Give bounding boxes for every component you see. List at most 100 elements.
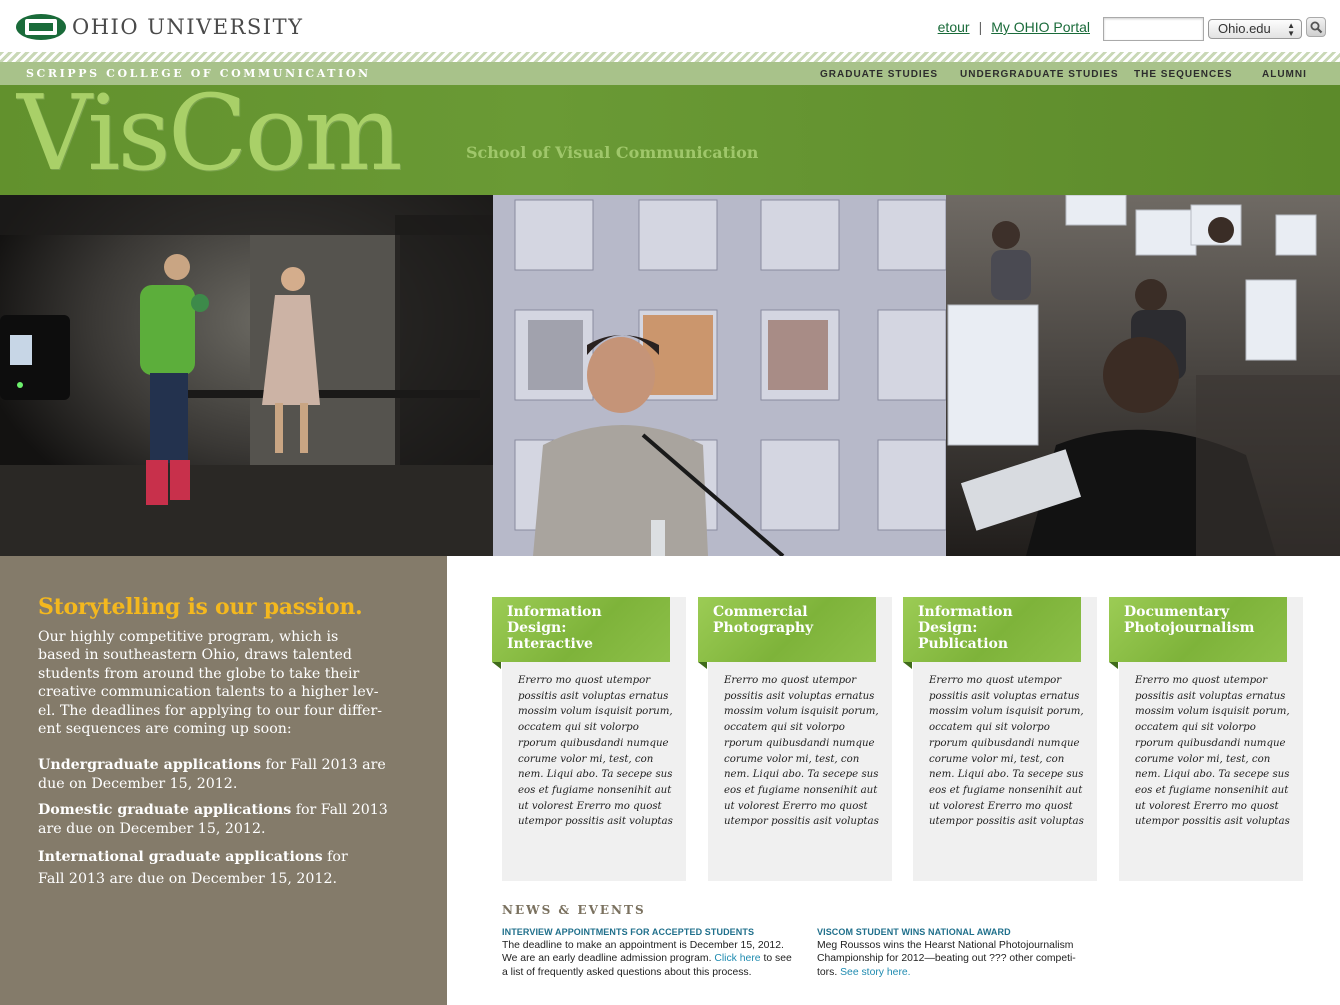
utility-links: etour | My OHIO Portal: [938, 19, 1090, 35]
domestic-graduate-deadline: Domestic graduate applications for Fall …: [38, 801, 418, 838]
card-title: Documentary Photojournalism: [1124, 604, 1284, 637]
news-line: Championship for 2012—beating out ??? ot…: [817, 953, 1076, 965]
card-text-line: occatem qui sit volorpo: [929, 722, 1050, 734]
deadline-text: are due on December 15, 2012.: [38, 820, 266, 837]
my-ohio-portal-link[interactable]: My OHIO Portal: [991, 19, 1090, 35]
card-title: Commercial Photography: [713, 604, 873, 637]
college-name[interactable]: SCRIPPS COLLEGE OF COMMUNICATION: [26, 67, 371, 80]
intro-line: based in southeastern Ohio, draws talent…: [38, 647, 352, 664]
deadline-text: due on December 15, 2012.: [38, 775, 238, 792]
card-title-line: Documentary: [1124, 604, 1230, 620]
card-text-line: occatem qui sit volorpo: [1135, 722, 1256, 734]
sequence-card-documentary-photojournalism[interactable]: Documentary Photojournalism Ererro mo qu…: [1109, 597, 1303, 881]
card-text-line: Ererro mo quost utempor: [724, 675, 857, 686]
main-nav: SCRIPPS COLLEGE OF COMMUNICATION GRADUAT…: [0, 62, 1340, 85]
card-title: Information Design: Interactive: [507, 604, 667, 652]
news-body: Meg Roussos wins the Hearst National Pho…: [817, 939, 1117, 979]
card-header[interactable]: Documentary Photojournalism: [1109, 597, 1287, 662]
studio-photo: [0, 195, 493, 556]
card-text-line: corume volor mi, test, con: [724, 753, 860, 765]
nav-undergraduate-studies[interactable]: UNDERGRADUATE STUDIES: [960, 69, 1119, 80]
card-header[interactable]: Information Design: Publication: [903, 597, 1081, 662]
news-item-national-award: VISCOM STUDENT WINS NATIONAL AWARD Meg R…: [817, 927, 1117, 979]
search-button[interactable]: [1306, 17, 1326, 37]
card-ribbon-fold: [1109, 662, 1118, 669]
hero-photo-strip: [0, 195, 1340, 556]
school-tagline: School of Visual Communication: [466, 143, 759, 162]
etour-link[interactable]: etour: [938, 19, 970, 35]
deadline-text: for Fall 2013 are: [261, 757, 386, 773]
card-title-line: Photojournalism: [1124, 619, 1255, 636]
card-text: Ererro mo quost utempor possitis asit vol…: [518, 673, 680, 830]
card-text-line: Ererro mo quost utempor: [929, 675, 1062, 686]
news-body: The deadline to make an appointment is D…: [502, 939, 802, 979]
university-seal-icon: [16, 10, 66, 44]
card-text-line: corume volor mi, test, con: [1135, 753, 1271, 765]
card-text-line: ut volorest Ererro mo quost: [518, 800, 662, 812]
intro-line: creative communication talents to a high…: [38, 684, 379, 701]
nav-the-sequences[interactable]: THE SEQUENCES: [1134, 69, 1233, 80]
nav-alumni[interactable]: ALUMNI: [1262, 69, 1307, 80]
card-title-line: Information: [918, 604, 1013, 620]
card-text-line: mossim volum isquisit porum,: [1135, 706, 1290, 718]
card-text-line: Ererro mo quost utempor: [518, 675, 651, 686]
card-text-line: eos et fugiame nonsenihit aut: [929, 784, 1083, 796]
site-select[interactable]: Ohio.edu ▲ ▼: [1208, 19, 1302, 39]
card-title-line: Information: [507, 604, 602, 620]
select-arrows-icon: ▲ ▼: [1287, 21, 1295, 38]
intro-line: Our highly competitive program, which is: [38, 629, 339, 645]
site-select-value: Ohio.edu: [1218, 21, 1271, 36]
card-text-line: rporum quibusdandi numque: [518, 737, 669, 749]
deadline-text: for: [322, 849, 348, 865]
news-title[interactable]: VISCOM STUDENT WINS NATIONAL AWARD: [817, 927, 1117, 937]
international-graduate-deadline: International graduate applications for …: [38, 846, 418, 890]
card-text-line: possitis asit voluptas ernatus: [929, 690, 1080, 702]
magnifier-icon: [1310, 21, 1323, 34]
news-line: a list of frequently asked questions abo…: [502, 966, 752, 978]
university-name: OHIO UNIVERSITY: [72, 15, 304, 39]
sequence-card-information-design-publication[interactable]: Information Design: Publication Ererro m…: [903, 597, 1097, 881]
card-text: Ererro mo quost utempor possitis asit vol…: [1135, 673, 1297, 830]
deadline-label: Undergraduate applications: [38, 757, 261, 773]
card-text: Ererro mo quost utempor possitis asit vol…: [929, 673, 1091, 830]
card-header[interactable]: Information Design: Interactive: [492, 597, 670, 662]
card-text-line: nem. Liqui abo. Ta secepe sus: [724, 769, 879, 781]
news-line: We are an early deadline admission progr…: [502, 953, 715, 965]
intro-line: students from around the globe to take t…: [38, 665, 360, 682]
card-text-line: utempor possitis asit voluptas: [518, 816, 673, 828]
nav-graduate-studies[interactable]: GRADUATE STUDIES: [820, 69, 938, 80]
news-title[interactable]: INTERVIEW APPOINTMENTS FOR ACCEPTED STUD…: [502, 927, 802, 937]
card-text-line: nem. Liqui abo. Ta secepe sus: [518, 769, 673, 781]
card-text-line: corume volor mi, test, con: [929, 753, 1065, 765]
sequence-card-commercial-photography[interactable]: Commercial Photography Ererro mo quost u…: [698, 597, 892, 881]
card-ribbon-fold: [492, 662, 501, 669]
search-input[interactable]: [1103, 17, 1204, 41]
card-text-line: eos et fugiame nonsenihit aut: [1135, 784, 1289, 796]
card-header[interactable]: Commercial Photography: [698, 597, 876, 662]
viscom-title[interactable]: VisCom: [17, 85, 403, 185]
ohio-university-logo[interactable]: OHIO UNIVERSITY: [16, 10, 303, 44]
card-text-line: utempor possitis asit voluptas: [929, 816, 1084, 828]
card-text-line: rporum quibusdandi numque: [929, 737, 1080, 749]
deadline-label: International graduate applications: [38, 849, 323, 865]
news-item-interview-appointments: INTERVIEW APPOINTMENTS FOR ACCEPTED STUD…: [502, 927, 802, 979]
card-text-line: ut volorest Ererro mo quost: [724, 800, 868, 812]
card-title: Information Design: Publication: [918, 604, 1078, 652]
card-title-line: Publication: [918, 635, 1009, 652]
card-text: Ererro mo quost utempor possitis asit vol…: [724, 673, 886, 830]
click-here-link[interactable]: Click here: [714, 953, 760, 964]
card-text-line: mossim volum isquisit porum,: [929, 706, 1084, 718]
see-story-link[interactable]: See story here.: [840, 967, 910, 978]
card-text-line: occatem qui sit volorpo: [724, 722, 845, 734]
card-text-line: mossim volum isquisit porum,: [518, 706, 673, 718]
card-text-line: ut volorest Ererro mo quost: [929, 800, 1073, 812]
card-text-line: utempor possitis asit voluptas: [724, 816, 879, 828]
card-text-line: possitis asit voluptas ernatus: [518, 690, 669, 702]
news-line: The deadline to make an appointment is D…: [502, 940, 784, 951]
sequence-card-information-design-interactive[interactable]: Information Design: Interactive Ererro m…: [492, 597, 686, 881]
card-text-line: nem. Liqui abo. Ta secepe sus: [1135, 769, 1290, 781]
card-text-line: eos et fugiame nonsenihit aut: [724, 784, 878, 796]
card-text-line: mossim volum isquisit porum,: [724, 706, 879, 718]
card-text-line: corume volor mi, test, con: [518, 753, 654, 765]
deadline-text: Fall 2013 are due on December 15, 2012.: [38, 871, 338, 887]
